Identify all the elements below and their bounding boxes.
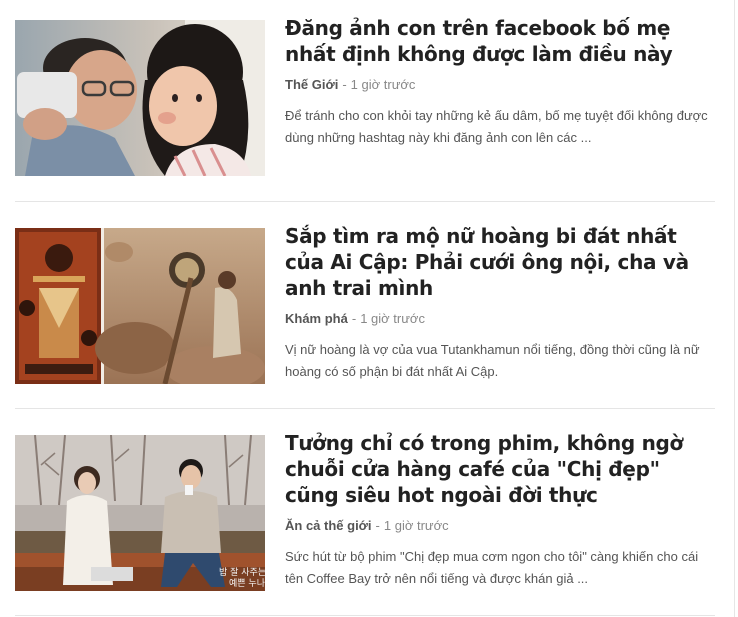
article-title[interactable]: Đăng ảnh con trên facebook bố mẹ nhất đị…: [285, 15, 717, 67]
meta-separator: -: [342, 77, 347, 92]
article-summary: Vị nữ hoàng là vợ của vua Tutankhamun nổ…: [285, 342, 700, 379]
article-item: Đăng ảnh con trên facebook bố mẹ nhất đị…: [15, 0, 715, 202]
caption-line-2: 예쁜 누나: [229, 578, 265, 589]
column-divider: [734, 0, 735, 617]
publish-time: 1 giờ trước: [360, 311, 425, 326]
article-meta: Thế Giới -1 giờ trước: [285, 76, 717, 94]
article-feed: Đăng ảnh con trên facebook bố mẹ nhất đị…: [15, 0, 715, 616]
article-item: Sắp tìm ra mộ nữ hoàng bi đát nhất của A…: [15, 202, 715, 409]
article-summary: Sức hút từ bộ phim "Chị đẹp mua cơm ngon…: [285, 549, 699, 586]
egypt-archaeology-photo: [15, 228, 265, 384]
category-link[interactable]: Khám phá: [285, 311, 348, 326]
article-item: 밥 잘 사주는 예쁜 누나 Tưởng chỉ có trong phim, k…: [15, 409, 715, 616]
caption-line-1: 밥 잘 사주는: [219, 566, 265, 578]
publish-time: 1 giờ trước: [383, 518, 449, 533]
article-thumbnail[interactable]: 밥 잘 사주는 예쁜 누나: [15, 435, 265, 591]
meta-separator: -: [351, 311, 357, 326]
article-title[interactable]: Tưởng chỉ có trong phim, không ngờ chuỗi…: [285, 430, 717, 508]
drama-still-photo: 밥 잘 사주는 예쁜 누나: [15, 435, 265, 591]
article-thumbnail[interactable]: [15, 20, 265, 176]
category-link[interactable]: Ăn cả thế giới: [285, 518, 372, 533]
article-summary: Để tránh cho con khỏi tay những kẻ ấu dâ…: [285, 108, 708, 145]
article-title[interactable]: Sắp tìm ra mộ nữ hoàng bi đát nhất của A…: [285, 223, 717, 301]
meta-separator: -: [375, 518, 380, 533]
article-meta: Khám phá -1 giờ trước: [285, 310, 717, 328]
article-thumbnail[interactable]: [15, 228, 265, 384]
category-link[interactable]: Thế Giới: [285, 77, 338, 92]
publish-time: 1 giờ trước: [350, 77, 416, 92]
father-daughter-photo: [15, 20, 265, 176]
article-meta: Ăn cả thế giới -1 giờ trước: [285, 517, 717, 535]
